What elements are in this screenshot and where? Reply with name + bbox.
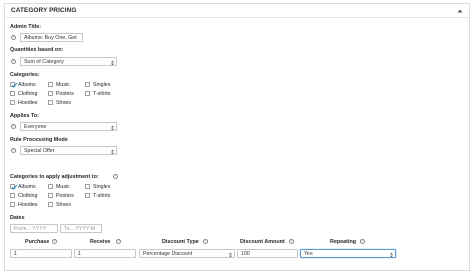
help-icon[interactable]: ? [116, 239, 121, 244]
category-checkbox-clothing[interactable] [10, 91, 16, 97]
adjust-checkbox-music[interactable] [48, 184, 54, 190]
adjust-checkbox-hoodies[interactable] [10, 202, 16, 208]
admin-title-input[interactable]: Albums: Buy One, Get [20, 33, 83, 42]
receive-input[interactable]: 1 [74, 249, 136, 258]
admin-title-label: Admin Title: [10, 24, 42, 30]
rule-mode-select-value: Special Offer [24, 148, 55, 154]
header-repeating: Repeating [330, 239, 357, 245]
adjust-checkbox-posters[interactable] [48, 193, 54, 199]
category-checkbox-shoes[interactable] [48, 100, 54, 106]
panel-header[interactable]: CATEGORY PRICING [5, 4, 469, 18]
quantities-label: Quantities based on: [10, 47, 64, 53]
checkmark-icon [11, 83, 17, 89]
discount-amount-input[interactable]: 100 [237, 249, 298, 258]
categories-label: Categories: [10, 72, 40, 78]
adjust-category-label: Clothing [18, 193, 38, 199]
category-checkbox-singles[interactable] [85, 82, 91, 88]
discount-type-select[interactable]: Percentage Discount [139, 249, 235, 258]
category-checkbox-music[interactable] [48, 82, 54, 88]
header-purchase: Purchase [25, 239, 50, 245]
category-label: Hoodies [18, 100, 38, 106]
category-label: Albums [18, 82, 36, 88]
adjust-category-label: Hoodies [18, 202, 38, 208]
help-icon[interactable]: ? [11, 59, 16, 64]
category-label: T-shirts [93, 91, 111, 97]
category-checkbox-posters[interactable] [48, 91, 54, 97]
quantities-select[interactable]: Sum of Category [20, 57, 117, 66]
date-to-input[interactable]: To... YYYY-M [60, 224, 102, 233]
category-checkbox-albums[interactable] [10, 82, 17, 89]
applies-to-label: Applies To: [10, 113, 39, 119]
help-icon[interactable]: ? [360, 239, 365, 244]
help-icon[interactable]: ? [113, 174, 118, 179]
select-caret-icon [111, 149, 114, 155]
select-caret-icon [111, 60, 114, 66]
category-label: Posters [56, 91, 74, 97]
adjust-category-label: Music [56, 184, 70, 190]
adjust-category-label: Singles [93, 184, 111, 190]
category-label: Shoes [56, 100, 72, 106]
date-from-input[interactable]: From... YYYY [10, 224, 58, 233]
adjust-category-label: Posters [56, 193, 74, 199]
applies-to-select-value: Everyone [24, 124, 47, 130]
header-discount-amount: Discount Amount [240, 239, 285, 245]
dates-label: Dates [10, 215, 25, 221]
discount-type-value: Percentage Discount [143, 251, 193, 257]
help-icon[interactable]: ? [203, 239, 208, 244]
category-label: Music [56, 82, 70, 88]
select-caret-icon [390, 252, 393, 258]
checkmark-icon [11, 185, 17, 191]
panel-title: CATEGORY PRICING [11, 7, 77, 14]
adjust-checkbox-albums[interactable] [10, 184, 17, 191]
rule-mode-label: Rule Processing Mode [10, 137, 68, 143]
category-label: Clothing [18, 91, 38, 97]
adjust-categories-label: Categories to apply adjustment to: [10, 174, 99, 180]
quantities-select-value: Sum of Category [24, 59, 64, 65]
triangle-up-icon[interactable] [457, 8, 463, 14]
adjust-checkbox-clothing[interactable] [10, 193, 16, 199]
help-icon[interactable]: ? [289, 239, 294, 244]
repeating-select[interactable]: Yes [300, 249, 396, 258]
adjust-checkbox-tshirts[interactable] [85, 193, 91, 199]
category-label: Singles [93, 82, 111, 88]
adjust-category-label: T-shirts [93, 193, 111, 199]
help-icon[interactable]: ? [11, 148, 16, 153]
adjust-checkbox-singles[interactable] [85, 184, 91, 190]
help-icon[interactable]: ? [11, 124, 16, 129]
adjust-checkbox-shoes[interactable] [48, 202, 54, 208]
header-receive: Receive [90, 239, 111, 245]
help-icon[interactable]: ? [11, 35, 16, 40]
help-icon[interactable]: ? [52, 239, 57, 244]
adjust-category-label: Shoes [56, 202, 72, 208]
category-checkbox-hoodies[interactable] [10, 100, 16, 106]
purchase-input[interactable]: 1 [10, 249, 72, 258]
applies-to-select[interactable]: Everyone [20, 122, 117, 131]
rule-mode-select[interactable]: Special Offer [20, 146, 117, 155]
adjust-category-label: Albums [18, 184, 36, 190]
select-caret-icon [111, 125, 114, 131]
repeating-value: Yes [304, 251, 313, 257]
header-discount-type: Discount Type [162, 239, 199, 245]
category-checkbox-tshirts[interactable] [85, 91, 91, 97]
select-caret-icon [229, 252, 232, 258]
